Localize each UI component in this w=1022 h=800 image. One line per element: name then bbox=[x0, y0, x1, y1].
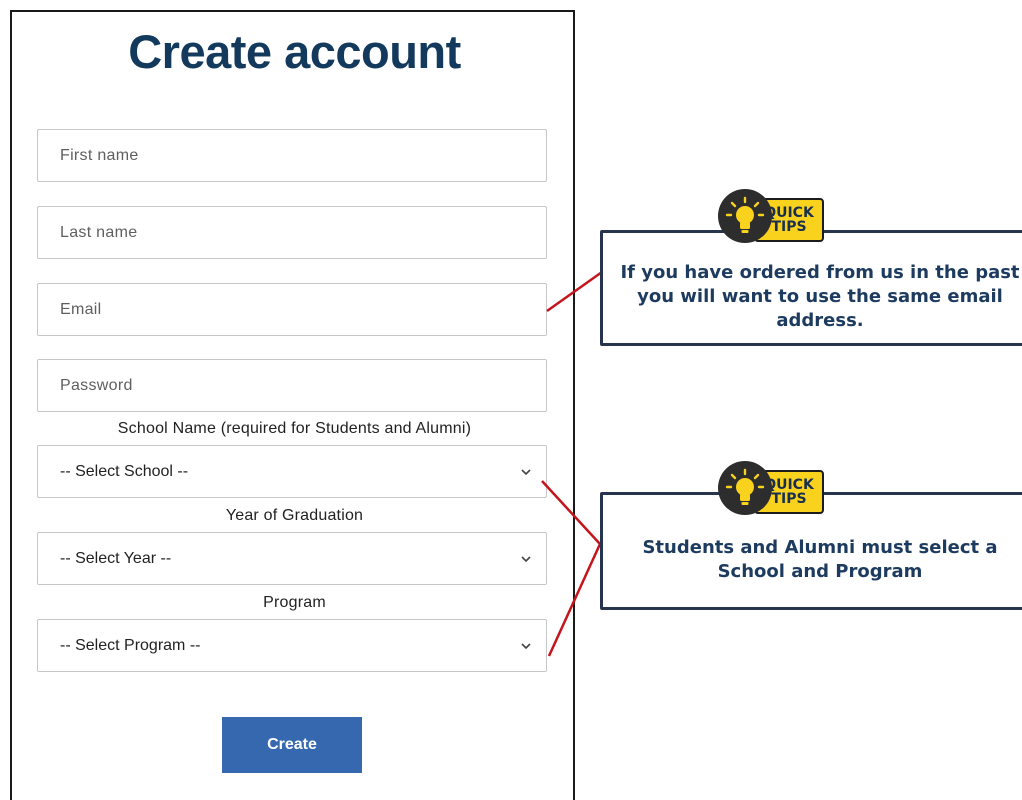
quick-tip-email: If you have ordered from us in the past … bbox=[600, 230, 1022, 346]
quick-tips-badge: QUICK TIPS bbox=[718, 189, 858, 246]
program-connector-line bbox=[547, 543, 602, 657]
lightbulb-icon bbox=[718, 461, 772, 515]
lightbulb-icon bbox=[718, 189, 772, 243]
tip-text: Students and Alumni must select a School… bbox=[642, 537, 998, 582]
connector-lines bbox=[541, 270, 603, 657]
school-connector-line bbox=[541, 480, 601, 545]
quick-tips-badge: QUICK TIPS bbox=[718, 461, 858, 518]
email-connector-line bbox=[546, 270, 603, 313]
tip-text: If you have ordered from us in the past … bbox=[620, 262, 1020, 331]
